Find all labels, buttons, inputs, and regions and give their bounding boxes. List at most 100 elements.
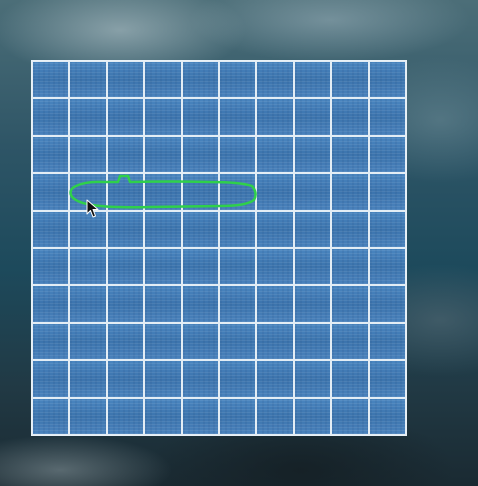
grid-cell[interactable]: [331, 98, 369, 136]
grid-cell[interactable]: [219, 173, 257, 211]
grid-cell[interactable]: [144, 210, 182, 248]
grid-cell[interactable]: [368, 248, 406, 286]
grid-cell[interactable]: [293, 397, 332, 435]
grid-cell[interactable]: [181, 210, 219, 248]
grid-cell[interactable]: [256, 98, 294, 136]
grid-cell[interactable]: [69, 210, 107, 248]
grid-cell[interactable]: [32, 210, 70, 248]
grid-cell[interactable]: [219, 98, 257, 136]
grid-cell[interactable]: [368, 173, 406, 211]
grid-cell[interactable]: [32, 98, 70, 136]
grid-cell[interactable]: [69, 135, 107, 174]
grid-cell[interactable]: [32, 135, 70, 174]
grid-cell[interactable]: [32, 173, 70, 211]
grid-cell[interactable]: [368, 98, 406, 136]
grid-cell[interactable]: [293, 135, 332, 174]
grid-cell[interactable]: [256, 61, 294, 99]
grid-cell[interactable]: [368, 61, 406, 99]
grid-cell[interactable]: [331, 210, 369, 248]
grid-cell[interactable]: [106, 322, 145, 361]
grid-cell[interactable]: [293, 322, 332, 361]
grid-cell[interactable]: [144, 248, 182, 286]
grid-cell[interactable]: [106, 210, 145, 248]
grid-cell[interactable]: [331, 248, 369, 286]
grid-cell[interactable]: [368, 285, 406, 323]
grid-cell[interactable]: [256, 248, 294, 286]
grid-cell[interactable]: [69, 61, 107, 99]
grid-cell[interactable]: [32, 285, 70, 323]
grid-cell[interactable]: [256, 173, 294, 211]
grid-cell[interactable]: [144, 360, 182, 398]
grid-cell[interactable]: [219, 285, 257, 323]
grid-cell[interactable]: [331, 61, 369, 99]
grid-cell[interactable]: [368, 135, 406, 174]
grid-cell[interactable]: [106, 285, 145, 323]
grid-cell[interactable]: [331, 360, 369, 398]
grid-cell[interactable]: [69, 173, 107, 211]
grid-cell[interactable]: [32, 397, 70, 435]
grid-cell[interactable]: [106, 397, 145, 435]
grid-cell[interactable]: [219, 322, 257, 361]
grid-cell[interactable]: [256, 360, 294, 398]
grid-cell[interactable]: [144, 397, 182, 435]
grid-cell[interactable]: [69, 98, 107, 136]
grid-cell[interactable]: [144, 173, 182, 211]
grid-cell[interactable]: [144, 61, 182, 99]
grid-cell[interactable]: [368, 210, 406, 248]
grid-cell[interactable]: [331, 173, 369, 211]
grid-cell[interactable]: [106, 360, 145, 398]
grid-cell[interactable]: [106, 98, 145, 136]
grid-cell[interactable]: [106, 135, 145, 174]
grid-cell[interactable]: [293, 173, 332, 211]
grid-cell[interactable]: [106, 248, 145, 286]
grid-cell[interactable]: [256, 210, 294, 248]
grid-cell[interactable]: [368, 397, 406, 435]
grid-cell[interactable]: [69, 285, 107, 323]
grid-cell[interactable]: [331, 285, 369, 323]
grid-cell[interactable]: [219, 61, 257, 99]
grid-cell[interactable]: [293, 360, 332, 398]
grid-cell[interactable]: [69, 322, 107, 361]
grid-cell[interactable]: [219, 360, 257, 398]
grid-cell[interactable]: [69, 360, 107, 398]
grid-cell[interactable]: [144, 322, 182, 361]
grid-cell[interactable]: [293, 285, 332, 323]
grid-cell[interactable]: [368, 360, 406, 398]
grid-cell[interactable]: [181, 135, 219, 174]
grid-cell[interactable]: [106, 173, 145, 211]
grid-cell[interactable]: [219, 210, 257, 248]
grid-cell[interactable]: [256, 135, 294, 174]
grid-cell[interactable]: [331, 322, 369, 361]
grid-cell[interactable]: [181, 173, 219, 211]
grid-cell[interactable]: [32, 322, 70, 361]
grid-cell[interactable]: [144, 285, 182, 323]
grid-cell[interactable]: [293, 61, 332, 99]
grid-cell[interactable]: [181, 322, 219, 361]
grid-cell[interactable]: [331, 397, 369, 435]
grid-cell[interactable]: [181, 397, 219, 435]
grid-cell[interactable]: [181, 98, 219, 136]
grid-cell[interactable]: [331, 135, 369, 174]
grid-cell[interactable]: [293, 210, 332, 248]
grid-cell[interactable]: [219, 397, 257, 435]
grid-cell[interactable]: [32, 248, 70, 286]
grid-cell[interactable]: [181, 360, 219, 398]
grid-cell[interactable]: [69, 248, 107, 286]
grid-cell[interactable]: [144, 135, 182, 174]
grid-cell[interactable]: [256, 285, 294, 323]
grid-cell[interactable]: [69, 397, 107, 435]
grid-cell[interactable]: [219, 248, 257, 286]
grid-cell[interactable]: [181, 61, 219, 99]
grid-cell[interactable]: [106, 61, 145, 99]
grid-cell[interactable]: [293, 98, 332, 136]
grid-cell[interactable]: [256, 322, 294, 361]
grid-cell[interactable]: [219, 135, 257, 174]
grid-cell[interactable]: [144, 98, 182, 136]
grid-cell[interactable]: [181, 248, 219, 286]
grid-cell[interactable]: [368, 322, 406, 361]
grid-cell[interactable]: [293, 248, 332, 286]
grid-cell[interactable]: [32, 61, 70, 99]
grid-cell[interactable]: [181, 285, 219, 323]
grid-cell[interactable]: [32, 360, 70, 398]
grid-cell[interactable]: [256, 397, 294, 435]
